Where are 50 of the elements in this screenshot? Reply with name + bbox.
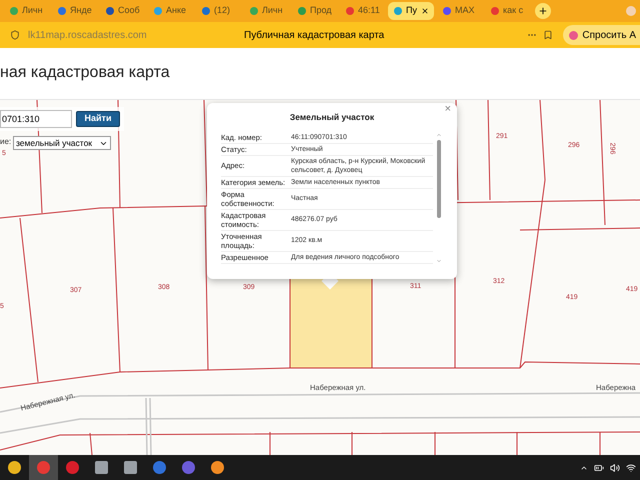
browser-tab[interactable]: Прод — [292, 2, 337, 20]
plus-icon — [538, 6, 548, 16]
speaker-icon[interactable] — [610, 462, 620, 472]
app-logo-icon — [8, 461, 21, 474]
security-shield-icon — [10, 30, 20, 40]
assistant-icon — [569, 30, 578, 40]
browser-tab[interactable]: MAX — [437, 2, 482, 20]
browser-tab[interactable]: как с — [485, 2, 530, 20]
tab-favicon-icon — [250, 7, 258, 15]
tab-favicon-icon — [394, 7, 402, 15]
battery-icon[interactable] — [594, 462, 604, 472]
browser-tab[interactable]: Янде — [52, 2, 97, 20]
tab-favicon-icon — [443, 7, 451, 15]
tab-favicon-icon — [106, 7, 114, 15]
browser-tab[interactable]: 46:11 — [340, 2, 385, 20]
browser-tab[interactable]: Сооб — [100, 2, 145, 20]
app-logo-icon — [211, 461, 224, 474]
close-icon[interactable] — [420, 7, 429, 15]
popup-title: Земельный участок — [288, 111, 376, 124]
filter-label: ие: — [0, 138, 12, 146]
wifi-icon[interactable] — [626, 462, 636, 472]
bookmark-icon[interactable] — [543, 30, 554, 40]
browser-tab[interactable]: Личн — [244, 2, 289, 20]
page-heading: ная кадастровая карта — [0, 62, 170, 82]
browser-tab[interactable]: Анке — [148, 2, 193, 20]
close-button[interactable]: × — [444, 104, 451, 115]
browser-tab[interactable]: (12) — [196, 2, 241, 20]
app-logo-icon — [124, 461, 137, 474]
app-logo-icon — [153, 461, 166, 474]
scrollbar-thumb[interactable] — [437, 140, 441, 218]
app-logo-icon — [66, 461, 79, 474]
page-title-text: Публичная кадастровая карта — [244, 28, 384, 42]
new-tab-button[interactable] — [535, 3, 551, 19]
tab-favicon-icon — [491, 7, 499, 15]
url-text[interactable]: lk11map.roscadastres.com — [28, 28, 208, 42]
object-type-select[interactable]: земельный участок — [13, 136, 111, 150]
app-logo-icon — [37, 461, 50, 474]
app-logo-icon — [182, 461, 195, 474]
tab-favicon-icon — [202, 7, 210, 15]
app-logo-icon — [95, 461, 108, 474]
tab-favicon-icon — [346, 7, 354, 15]
search-field[interactable]: 0701:310 — [0, 110, 72, 128]
tab-favicon-icon — [58, 7, 66, 15]
tab-favicon-icon — [10, 7, 18, 15]
tab-favicon-icon — [298, 7, 306, 15]
browser-tab[interactable]: Пу — [388, 2, 434, 20]
find-button[interactable]: Найти — [76, 111, 120, 127]
browser-tab[interactable]: Личн — [4, 2, 49, 20]
assistant-button[interactable]: Спросить А — [563, 25, 640, 45]
tab-favicon-icon — [154, 7, 162, 15]
